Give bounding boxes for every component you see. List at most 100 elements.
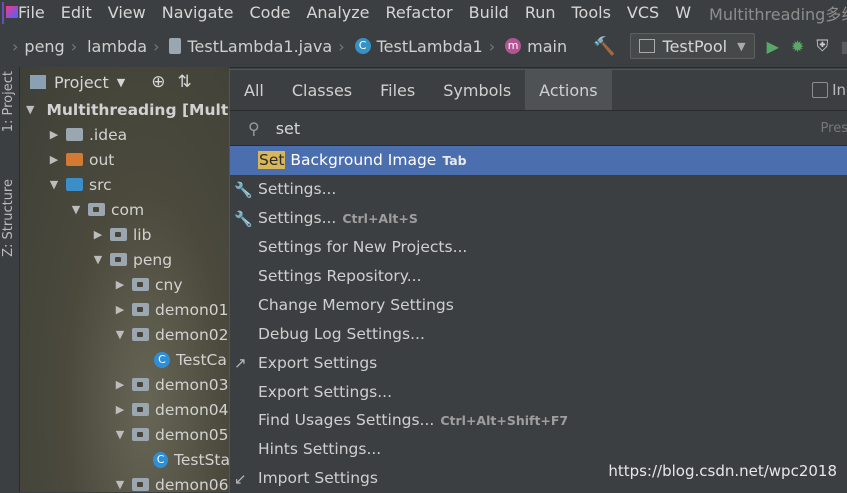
tree-node-label: demon04	[155, 400, 229, 419]
tab-structure[interactable]: Z: Structure	[1, 179, 16, 257]
tree-node[interactable]: C TestCa	[20, 347, 230, 372]
breadcrumb-separator: ›	[153, 36, 160, 56]
search-result-item[interactable]: Find Usages Settings... Ctrl+Alt+Shift+F7	[230, 406, 847, 435]
result-text: Change Memory Settings	[258, 296, 454, 314]
import-icon: ↙	[234, 469, 247, 488]
collapsed-arrow-icon[interactable]: ▶	[48, 128, 60, 141]
menu-build[interactable]: Build	[469, 3, 509, 22]
breadcrumb-item[interactable]: m main	[505, 37, 567, 56]
tree-node-label: demon02	[155, 325, 229, 344]
include-checkbox[interactable]: In	[812, 70, 847, 110]
search-result-item[interactable]: ↗ Export Settings	[230, 348, 847, 377]
debug-bug-icon[interactable]: ✹	[791, 37, 804, 56]
expanded-arrow-icon[interactable]: ▼	[48, 178, 60, 191]
expanded-arrow-icon[interactable]: ▼	[114, 478, 126, 491]
breadcrumb-item[interactable]: › peng ›	[6, 37, 83, 56]
tree-node-label: TestCa	[176, 350, 227, 369]
result-label: Debug Log Settings...	[258, 324, 425, 343]
collapsed-arrow-icon[interactable]: ▶	[114, 378, 126, 391]
search-result-item[interactable]: Settings Repository...	[230, 262, 847, 291]
coverage-shield-icon[interactable]: ⛨	[816, 36, 828, 56]
package-icon	[132, 303, 149, 316]
run-configuration-select[interactable]: TestPool ▼	[629, 33, 755, 59]
expanded-arrow-icon[interactable]: ▼	[92, 253, 104, 266]
package-icon	[132, 378, 149, 391]
menu-w[interactable]: W	[675, 3, 691, 22]
tab-actions[interactable]: Actions	[525, 70, 612, 110]
breadcrumb-separator: ›	[338, 36, 345, 56]
search-icon: ⚲	[248, 118, 260, 138]
tree-node[interactable]: ▼ demon05	[20, 422, 230, 447]
tab-files[interactable]: Files	[366, 70, 429, 110]
menu-code[interactable]: Code	[250, 3, 291, 22]
collapse-all-icon[interactable]: ⇅	[177, 72, 191, 92]
search-result-item[interactable]: Change Memory Settings	[230, 290, 847, 319]
run-icon[interactable]: ▶	[767, 37, 779, 56]
tree-node[interactable]: ▼ Multithreading [Multit	[20, 97, 230, 122]
menu-refactor[interactable]: Refactor	[386, 3, 453, 22]
tree-node[interactable]: ▼ src	[20, 172, 230, 197]
collapsed-arrow-icon[interactable]: ▶	[48, 153, 60, 166]
project-panel-title[interactable]: Project	[54, 73, 109, 92]
chevron-down-icon[interactable]: ▼	[117, 76, 125, 89]
search-input[interactable]	[273, 117, 758, 139]
checkbox-label: In	[832, 81, 846, 99]
menu-tools[interactable]: Tools	[572, 3, 611, 22]
tree-node[interactable]: ▼ com	[20, 197, 230, 222]
menu-analyze[interactable]: Analyze	[306, 3, 369, 22]
tab-symbols[interactable]: Symbols	[429, 70, 525, 110]
tree-node[interactable]: ▶ cny	[20, 272, 230, 297]
expanded-arrow-icon[interactable]: ▼	[26, 103, 34, 116]
result-text: Settings for New Projects...	[258, 238, 467, 256]
expanded-arrow-icon[interactable]: ▼	[114, 328, 126, 341]
collapsed-arrow-icon[interactable]: ▶	[114, 303, 126, 316]
tab-all[interactable]: All	[230, 70, 278, 110]
checkbox-box[interactable]	[812, 82, 829, 98]
locate-target-icon[interactable]: ⊕	[151, 72, 165, 92]
tree-node[interactable]: ▶ demon03	[20, 372, 230, 397]
search-everywhere-popup: AllClassesFilesSymbolsActions In ⚲ Pres …	[229, 69, 847, 493]
breadcrumb-separator: ›	[12, 36, 19, 56]
menu-run[interactable]: Run	[525, 3, 556, 22]
search-result-item[interactable]: Debug Log Settings...	[230, 319, 847, 348]
tab-classes[interactable]: Classes	[278, 70, 366, 110]
tree-node[interactable]: ▼ peng	[20, 247, 230, 272]
search-result-item[interactable]: Settings for New Projects...	[230, 233, 847, 262]
build-hammer-icon[interactable]: 🔨	[593, 36, 615, 57]
tree-node[interactable]: ▶ demon04	[20, 397, 230, 422]
method-icon: m	[505, 38, 522, 54]
breadcrumb-item[interactable]: lambda ›	[87, 37, 165, 56]
breadcrumb-label: TestLambda1	[376, 36, 483, 56]
tree-node[interactable]: ▶ out	[20, 147, 230, 172]
menu-navigate[interactable]: Navigate	[162, 3, 234, 22]
collapsed-arrow-icon[interactable]: ▶	[92, 228, 104, 241]
collapsed-arrow-icon[interactable]: ▶	[114, 403, 126, 416]
tree-node[interactable]: ▶ demon01	[20, 297, 230, 322]
collapsed-arrow-icon[interactable]: ▶	[114, 278, 126, 291]
search-result-item[interactable]: Hints Settings...	[230, 435, 847, 464]
keyboard-shortcut: Ctrl+Alt+Shift+F7	[440, 413, 569, 429]
tree-node[interactable]: ▼ demon06	[20, 472, 230, 493]
tree-node[interactable]: ▶ .idea	[20, 122, 230, 147]
expanded-arrow-icon[interactable]: ▼	[70, 203, 82, 216]
menu-vcs[interactable]: VCS	[627, 3, 659, 22]
tree-node[interactable]: ▼ demon02	[20, 322, 230, 347]
result-label: Export Settings	[258, 353, 378, 372]
source-folder-icon	[66, 178, 83, 191]
menu-edit[interactable]: Edit	[61, 3, 92, 22]
stop-icon[interactable]: ■	[840, 37, 847, 56]
menu-view[interactable]: View	[108, 3, 146, 22]
breadcrumb-item[interactable]: C TestLambda1 ›	[354, 36, 502, 56]
search-result-item[interactable]: 🔧 Settings...	[230, 175, 847, 204]
expanded-arrow-icon[interactable]: ▼	[114, 428, 126, 441]
breadcrumb-item[interactable]: TestLambda1.java ›	[169, 37, 350, 56]
search-result-item[interactable]: 🔧 Settings... Ctrl+Alt+S	[230, 204, 847, 233]
search-result-item[interactable]: Export Settings...	[230, 377, 847, 406]
tab-project[interactable]: 1: Project	[1, 71, 16, 132]
search-result-item[interactable]: Set Background Image Tab	[230, 146, 847, 175]
tree-node-label: demon06	[155, 475, 229, 493]
tree-node[interactable]: C TestSta	[20, 447, 230, 472]
menu-file[interactable]: File	[18, 3, 45, 22]
tree-node[interactable]: ▶ lib	[20, 222, 230, 247]
result-label: Hints Settings...	[258, 440, 382, 459]
